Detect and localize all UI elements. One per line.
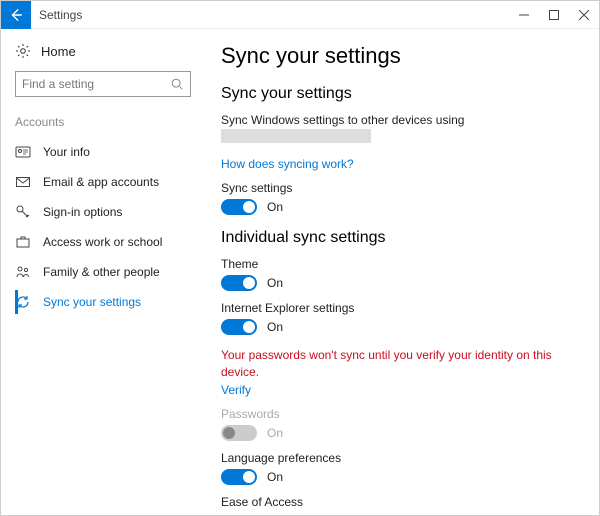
- sidebar-item-label: Email & app accounts: [43, 175, 159, 189]
- toggle-state: On: [267, 276, 283, 290]
- section-header: Accounts: [15, 115, 191, 129]
- sidebar-item-label: Sign-in options: [43, 205, 122, 219]
- back-button[interactable]: [1, 1, 31, 29]
- titlebar: Settings: [1, 1, 599, 29]
- toggle-state: On: [267, 320, 283, 334]
- person-card-icon: [15, 144, 31, 160]
- settings-content: Sync your settings Sync your settings Sy…: [201, 29, 599, 515]
- ease-label: Ease of Access: [221, 495, 579, 509]
- sidebar-item-label: Access work or school: [43, 235, 162, 249]
- home-nav[interactable]: Home: [15, 39, 191, 71]
- section-individual-heading: Individual sync settings: [221, 229, 579, 247]
- search-placeholder: Find a setting: [22, 77, 170, 91]
- close-icon: [579, 10, 589, 20]
- briefcase-icon: [15, 234, 31, 250]
- sync-description: Sync Windows settings to other devices u…: [221, 113, 579, 127]
- maximize-icon: [549, 10, 559, 20]
- sync-settings-label: Sync settings: [221, 181, 579, 195]
- people-icon: [15, 264, 31, 280]
- theme-toggle[interactable]: [221, 275, 257, 291]
- account-redacted: [221, 129, 371, 143]
- arrow-left-icon: [9, 8, 23, 22]
- toggle-state: On: [267, 200, 283, 214]
- selection-marker: [15, 290, 18, 314]
- ie-label: Internet Explorer settings: [221, 301, 579, 315]
- home-label: Home: [41, 44, 76, 59]
- maximize-button[interactable]: [539, 1, 569, 29]
- window-title: Settings: [31, 1, 509, 28]
- password-error-text: Your passwords won't sync until you veri…: [221, 347, 561, 381]
- verify-link[interactable]: Verify: [221, 383, 579, 397]
- passwords-label: Passwords: [221, 407, 579, 421]
- how-syncing-link[interactable]: How does syncing work?: [221, 157, 579, 171]
- toggle-state: On: [267, 470, 283, 484]
- sidebar-item-your-info[interactable]: Your info: [15, 137, 191, 167]
- minimize-icon: [519, 10, 529, 20]
- sync-settings-toggle[interactable]: [221, 199, 257, 215]
- passwords-toggle: [221, 425, 257, 441]
- sidebar-item-email[interactable]: Email & app accounts: [15, 167, 191, 197]
- sidebar-item-label: Your info: [43, 145, 90, 159]
- minimize-button[interactable]: [509, 1, 539, 29]
- sidebar-item-family[interactable]: Family & other people: [15, 257, 191, 287]
- mail-icon: [15, 174, 31, 190]
- sidebar-item-sync[interactable]: Sync your settings: [15, 287, 191, 317]
- toggle-state: On: [267, 426, 283, 440]
- sidebar-item-work[interactable]: Access work or school: [15, 227, 191, 257]
- gear-icon: [15, 43, 31, 59]
- key-icon: [15, 204, 31, 220]
- sidebar: Home Find a setting Accounts Your info E…: [1, 29, 201, 515]
- sidebar-item-signin[interactable]: Sign-in options: [15, 197, 191, 227]
- language-label: Language preferences: [221, 451, 579, 465]
- theme-label: Theme: [221, 257, 579, 271]
- close-button[interactable]: [569, 1, 599, 29]
- sidebar-item-label: Sync your settings: [43, 295, 141, 309]
- search-icon: [170, 77, 184, 91]
- ie-toggle[interactable]: [221, 319, 257, 335]
- language-toggle[interactable]: [221, 469, 257, 485]
- section-sync-heading: Sync your settings: [221, 85, 579, 103]
- sidebar-item-label: Family & other people: [43, 265, 160, 279]
- search-input[interactable]: Find a setting: [15, 71, 191, 97]
- page-title: Sync your settings: [221, 43, 579, 69]
